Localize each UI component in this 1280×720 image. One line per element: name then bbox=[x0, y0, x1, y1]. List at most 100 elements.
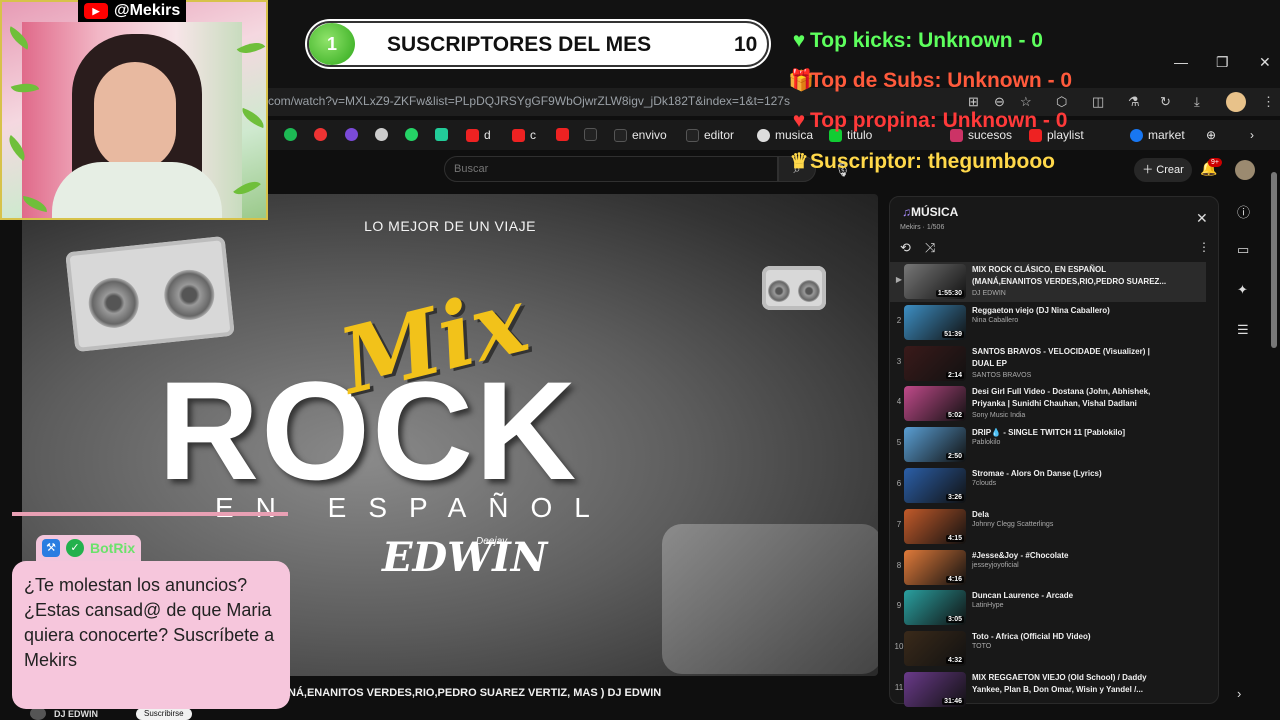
bookmark-gray[interactable] bbox=[375, 128, 388, 141]
download-icon[interactable]: ⤓ bbox=[1194, 94, 1200, 110]
playlist-item-duration: 1:55:30 bbox=[935, 290, 964, 297]
sparkle-icon[interactable]: ✦ bbox=[1237, 282, 1248, 298]
globe-icon[interactable]: ⊕ bbox=[1206, 128, 1216, 142]
scrollbar[interactable] bbox=[1271, 172, 1277, 348]
webcam-person-face bbox=[94, 62, 176, 170]
restore-icon[interactable]: ❐ bbox=[1216, 54, 1229, 71]
playlist-item-thumbnail[interactable]: 51:39 bbox=[904, 304, 966, 340]
playlist-item[interactable]: 8 4:16 #Jesse&Joy - #Chocolate jesseyjoyofi… bbox=[890, 548, 1206, 588]
labs-icon[interactable]: ⚗ bbox=[1128, 94, 1140, 110]
playlist-item-index: 4 bbox=[896, 397, 902, 407]
chat-icon[interactable]: ▭ bbox=[1237, 242, 1249, 258]
shuffle-icon[interactable]: ⤨ bbox=[925, 240, 935, 256]
playlist-item[interactable]: 10 4:32 Toto - Africa (Official HD Video) T… bbox=[890, 629, 1206, 669]
channel-name[interactable]: DJ EDWIN bbox=[54, 709, 98, 719]
bookmark-market[interactable]: market bbox=[1130, 128, 1185, 142]
playlist-item-title[interactable]: Toto - Africa (Official HD Video) bbox=[972, 631, 1172, 643]
latest-subscriber-text: ♛Suscriptor: thegumbooo bbox=[788, 149, 1055, 174]
bookmark-c[interactable]: c bbox=[512, 128, 536, 142]
playlist-item-title[interactable]: MIX REGGAETON VIEJO (Old School) / Daddy… bbox=[972, 672, 1172, 696]
divider bbox=[12, 512, 288, 516]
playlist-item-thumbnail[interactable]: 4:15 bbox=[904, 508, 966, 544]
playlist-item-thumbnail[interactable]: 2:50 bbox=[904, 427, 966, 463]
star-icon[interactable]: ☆ bbox=[1020, 94, 1032, 110]
playlist-item-thumbnail[interactable]: 3:26 bbox=[904, 468, 966, 503]
playlist-item-title[interactable]: DRIP💧 - SINGLE TWITCH 11 [Pablokilo] bbox=[972, 427, 1172, 439]
playlist-item[interactable]: 9 3:05 Duncan Laurence - Arcade LatinHype bbox=[890, 588, 1206, 628]
playlist-item[interactable]: 2 51:39 Reggaeton viejo (DJ Nina Caballero… bbox=[890, 303, 1206, 343]
playlist-item-duration: 51:39 bbox=[942, 330, 964, 338]
playlist-item-title[interactable]: Desi Girl Full Video - Dostana (John, Ab… bbox=[972, 386, 1172, 410]
search-input[interactable] bbox=[444, 156, 778, 182]
playlist-item-duration: 3:05 bbox=[945, 616, 964, 624]
playlist-item-channel: TOTO bbox=[972, 643, 992, 651]
bookmark-red[interactable] bbox=[314, 128, 327, 141]
playlist-item-title[interactable]: MIX ROCK CLÁSICO, EN ESPAÑOL (MANÁ,ENANI… bbox=[972, 264, 1172, 288]
playlist-item[interactable]: 6 3:26 Stromae - Alors On Danse (Lyrics) 7c… bbox=[890, 466, 1206, 506]
playlist-item-title[interactable]: Dela bbox=[972, 509, 1172, 521]
bookmark-gradient[interactable] bbox=[345, 128, 358, 141]
bookmark-spotify[interactable] bbox=[284, 128, 297, 141]
menu-dots-icon[interactable]: ⋮ bbox=[1262, 94, 1275, 110]
webcam-frame bbox=[0, 0, 268, 220]
playlist-item-channel: LatinHype bbox=[972, 602, 1004, 610]
info-icon[interactable]: ⓘ bbox=[1237, 202, 1250, 221]
url-text[interactable]: com/watch?v=MXLxZ9-ZKFw&list=PLpDQJRSYgG… bbox=[268, 94, 790, 108]
playlist-item[interactable]: 7 4:15 Dela Johnny Clegg Scatterlings bbox=[890, 507, 1206, 547]
playlist-title: ♫MÚSICA bbox=[902, 205, 958, 219]
playlist-item-thumbnail[interactable]: 3:05 bbox=[904, 590, 966, 626]
playlist-item-thumbnail[interactable]: 5:02 bbox=[904, 386, 966, 422]
bookmark-tiktok[interactable] bbox=[584, 128, 597, 141]
bookmark-youtube[interactable] bbox=[556, 128, 569, 141]
create-button[interactable]: ＋ Crear bbox=[1134, 158, 1192, 182]
zoom-icon[interactable]: ⊖ bbox=[994, 94, 1005, 110]
playlist-item-title[interactable]: Duncan Laurence - Arcade bbox=[972, 590, 1172, 602]
playlist-item-index: 7 bbox=[896, 519, 902, 529]
bookmark-whatsapp[interactable] bbox=[405, 128, 418, 141]
playlist-item-index: 5 bbox=[896, 438, 902, 448]
playlist-item-title[interactable]: Reggaeton viejo (DJ Nina Caballero) bbox=[972, 305, 1172, 317]
playlist-icon[interactable]: ☰ bbox=[1237, 322, 1249, 338]
handle-text: @Mekirs bbox=[114, 2, 181, 19]
split-view-icon[interactable]: ◫ bbox=[1092, 94, 1104, 110]
leaf-decoration bbox=[238, 107, 266, 129]
playlist-item[interactable]: 5 2:50 DRIP💧 - SINGLE TWITCH 11 [Pablokilo… bbox=[890, 425, 1206, 465]
playlist-item-thumbnail[interactable]: 31:46 bbox=[904, 672, 966, 707]
playlist-item-channel: 7clouds bbox=[972, 480, 997, 487]
boombox-right-image bbox=[762, 266, 826, 310]
top-kicks-label: Top kicks: Unknown - 0 bbox=[810, 29, 1043, 52]
playlist-item-thumbnail[interactable]: 1:55:30 bbox=[904, 264, 966, 299]
apps-icon[interactable]: ⊞ bbox=[968, 94, 979, 110]
playlist-item-thumbnail[interactable]: 4:32 bbox=[904, 631, 966, 667]
playlist-item[interactable]: 3 2:14 SANTOS BRAVOS - VELOCIDADE (Visuali… bbox=[890, 344, 1206, 384]
minimize-icon[interactable]: — bbox=[1174, 54, 1188, 70]
chevron-right-icon[interactable]: › bbox=[1237, 686, 1241, 701]
loop-icon[interactable]: ⟲ bbox=[900, 240, 911, 256]
playlist-item-title[interactable]: SANTOS BRAVOS - VELOCIDADE (Visualizer) … bbox=[972, 346, 1172, 370]
more-options-icon[interactable]: ⋮ bbox=[1198, 240, 1210, 254]
playlist-item-duration: 4:16 bbox=[945, 575, 964, 583]
webcam-person-body bbox=[52, 162, 222, 218]
avatar[interactable] bbox=[1235, 160, 1255, 180]
playlist-item[interactable]: 4 5:02 Desi Girl Full Video - Dostana (Joh… bbox=[890, 384, 1206, 424]
extensions-icon[interactable]: ⬡ bbox=[1056, 94, 1067, 110]
subscribers-number: 1 bbox=[309, 23, 355, 65]
playlist-item-thumbnail[interactable]: 4:16 bbox=[904, 549, 966, 585]
subscribe-button[interactable]: Suscribirse bbox=[136, 708, 192, 720]
bookmark-editor[interactable]: editor bbox=[686, 128, 734, 142]
bookmark-d[interactable]: d bbox=[466, 128, 491, 142]
playlist-item[interactable]: ▶ 1:55:30 MIX ROCK CLÁSICO, EN ESPAÑOL (MA… bbox=[890, 262, 1206, 302]
playlist-item-title[interactable]: Stromae - Alors On Danse (Lyrics) bbox=[972, 468, 1172, 480]
playlist-item-channel: Pablokilo bbox=[972, 439, 1001, 447]
close-window-icon[interactable]: ✕ bbox=[1259, 54, 1271, 71]
bookmark-envivo[interactable]: envivo bbox=[614, 128, 667, 142]
history-icon[interactable]: ↻ bbox=[1160, 94, 1171, 110]
profile-avatar[interactable] bbox=[1226, 92, 1246, 112]
top-propina-label: Top propina: Unknown - 0 bbox=[810, 109, 1068, 132]
playlist-item-title[interactable]: #Jesse&Joy - #Chocolate bbox=[972, 550, 1172, 562]
playlist-item[interactable]: 11 31:46 MIX REGGAETON VIEJO (Old School) … bbox=[890, 670, 1206, 710]
close-icon[interactable]: ✕ bbox=[1196, 210, 1208, 227]
playlist-item-thumbnail[interactable]: 2:14 bbox=[904, 345, 966, 381]
bookmark-green[interactable] bbox=[435, 128, 448, 141]
chevron-right-icon[interactable]: › bbox=[1250, 128, 1254, 142]
